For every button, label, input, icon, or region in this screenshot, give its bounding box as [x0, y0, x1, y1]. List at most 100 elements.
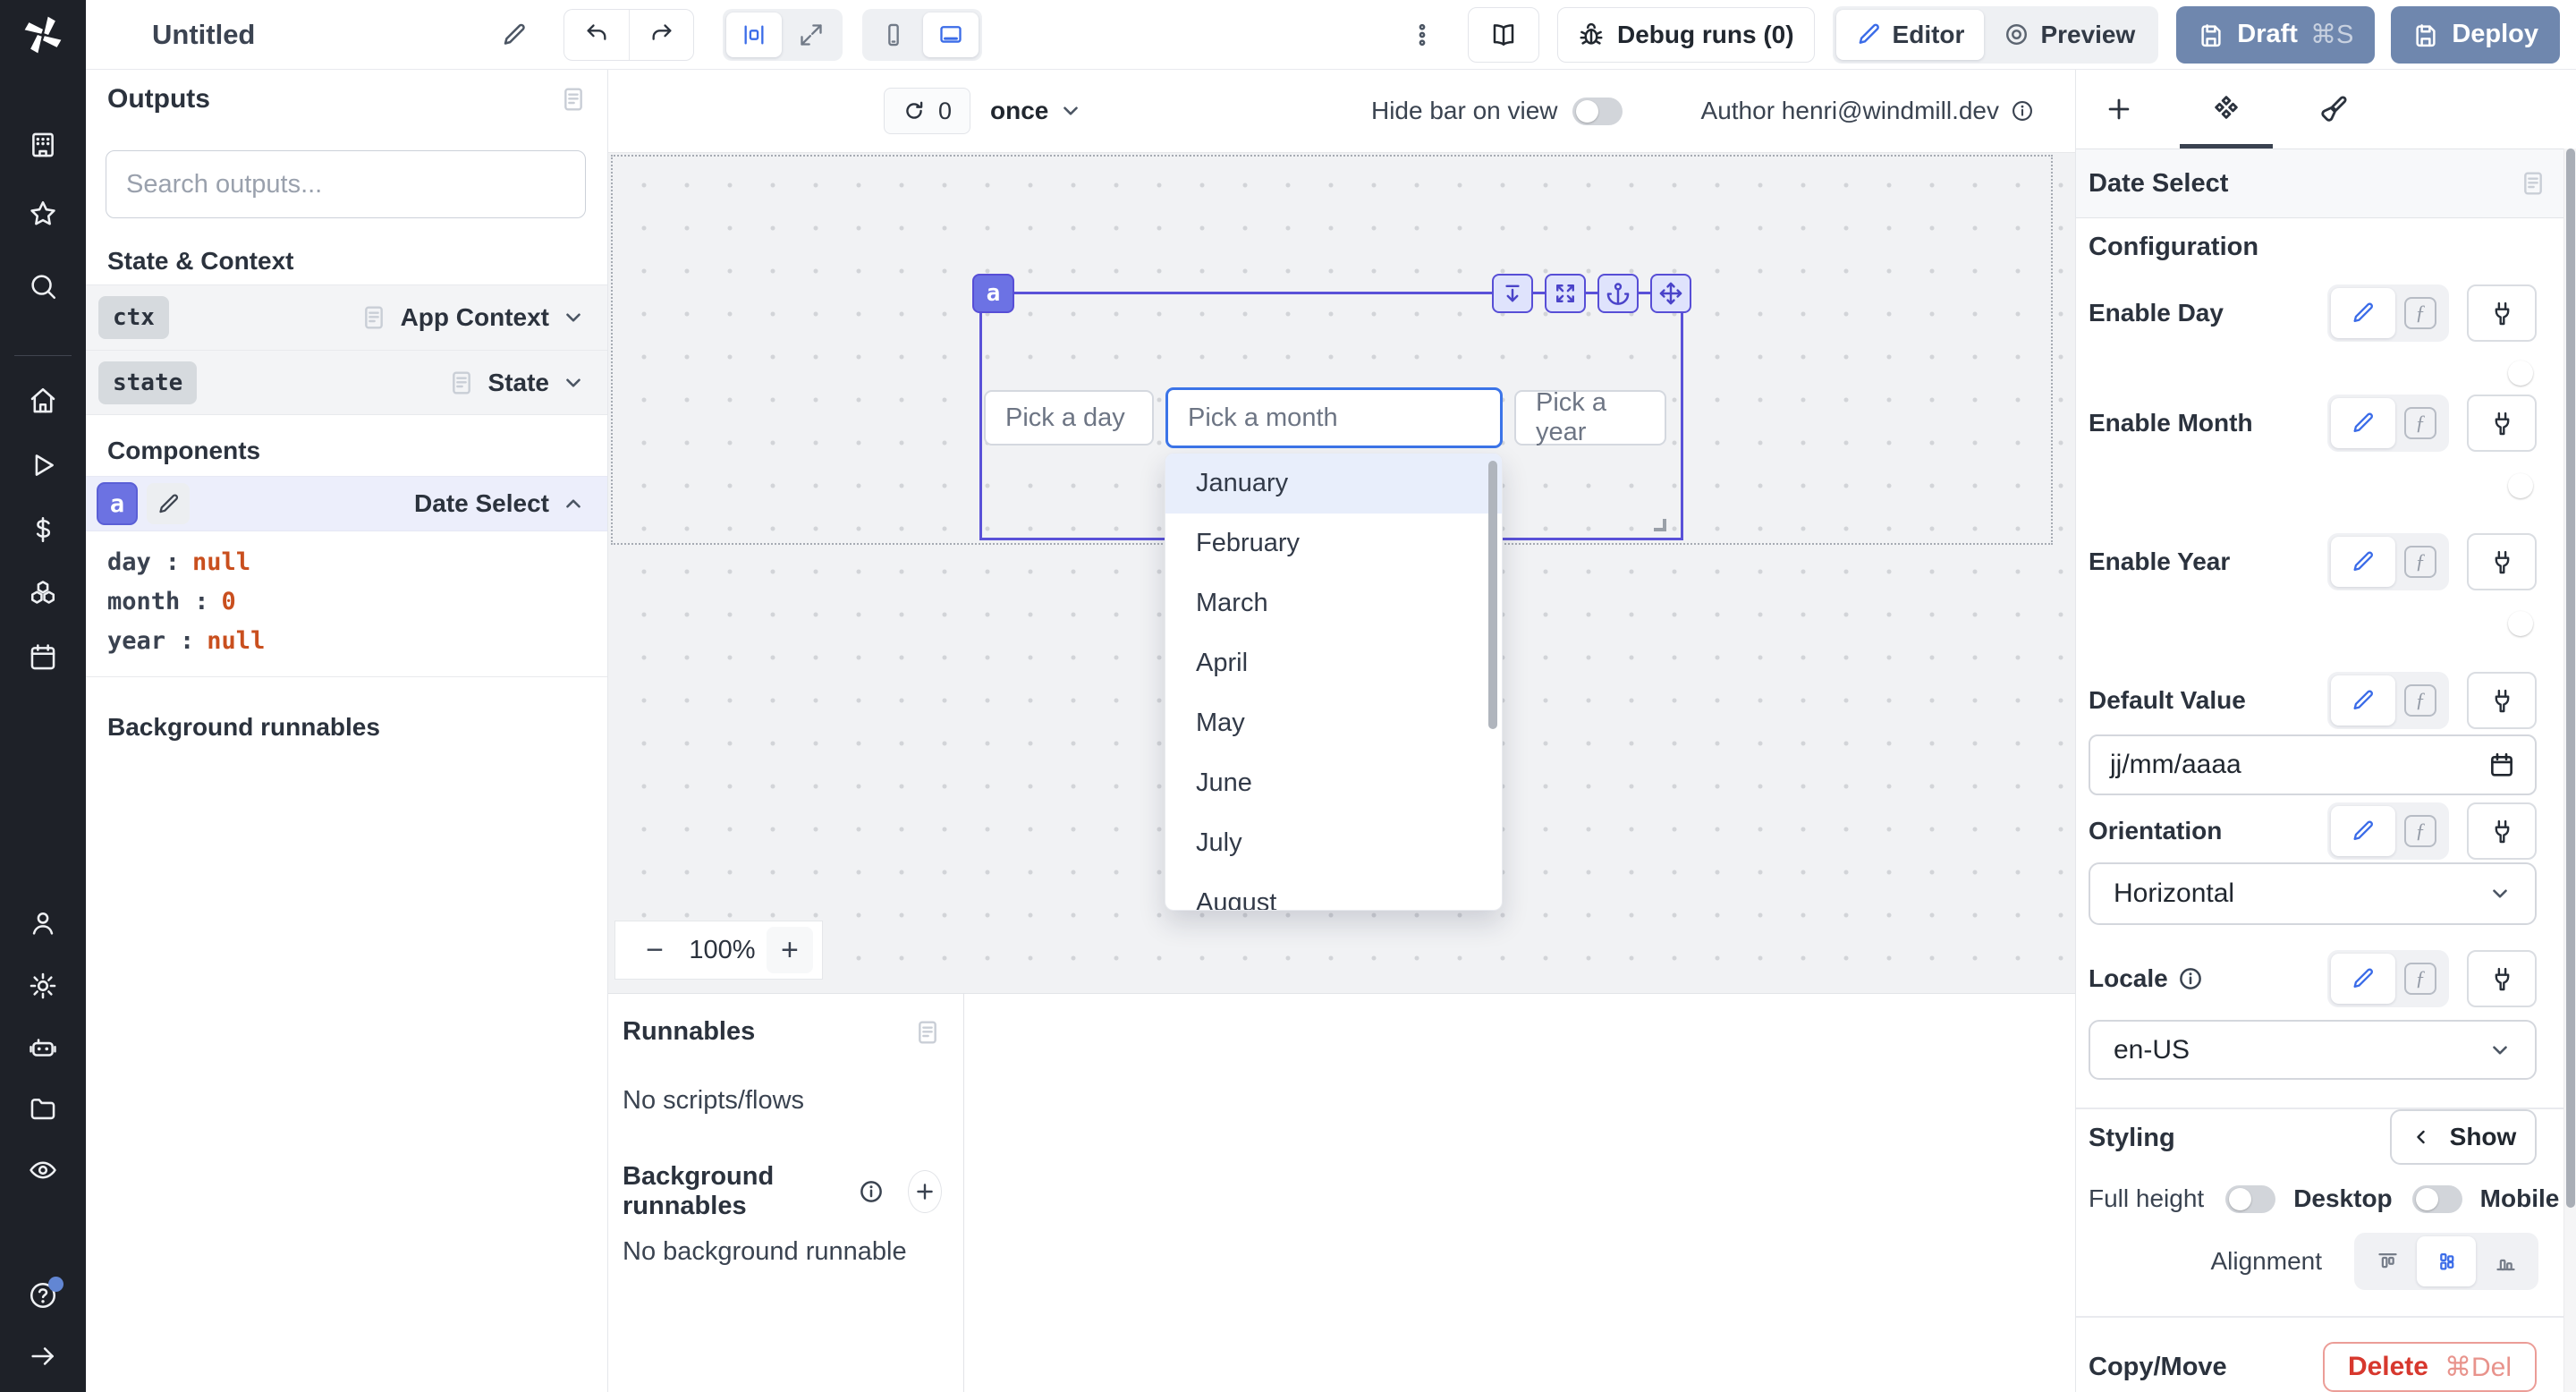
chevron-up-icon[interactable] — [562, 492, 585, 515]
redo-button[interactable] — [629, 10, 693, 60]
component-settings-tab[interactable] — [2207, 70, 2246, 149]
zoom-out-button[interactable]: − — [631, 927, 678, 973]
scrollbar-thumb[interactable] — [2566, 149, 2575, 1208]
resources-icon[interactable] — [0, 568, 86, 618]
locale-select[interactable]: en-US — [2089, 1020, 2537, 1080]
info-icon[interactable] — [858, 1178, 885, 1205]
mobile-view-button[interactable] — [866, 13, 921, 57]
preview-tab[interactable]: Preview — [1984, 10, 2155, 60]
add-background-runnable-button[interactable] — [908, 1170, 942, 1213]
undo-button[interactable] — [564, 10, 629, 60]
static-editor-pencil-icon[interactable] — [2331, 398, 2395, 448]
eval-editor-button[interactable]: ƒ — [2395, 398, 2445, 448]
desktop-mobile-toggle[interactable] — [2412, 1185, 2462, 1213]
component-list-item[interactable]: a Date Select — [86, 476, 607, 531]
month-option[interactable]: March — [1165, 573, 1502, 633]
delete-component-button[interactable]: Delete ⌘Del — [2323, 1342, 2537, 1392]
styling-brush-tab[interactable] — [2314, 70, 2353, 149]
full-height-toggle[interactable] — [2225, 1185, 2275, 1213]
variables-icon[interactable] — [0, 505, 86, 555]
month-option[interactable]: August — [1165, 873, 1502, 911]
component-tag[interactable]: a — [972, 274, 1014, 313]
eval-editor-button[interactable]: ƒ — [2395, 675, 2445, 726]
workspace-icon[interactable] — [0, 120, 86, 170]
day-select-input[interactable]: Pick a day — [984, 390, 1154, 446]
outputs-search-input[interactable] — [126, 170, 565, 199]
workers-robot-icon[interactable] — [0, 1023, 86, 1073]
month-option[interactable]: May — [1165, 693, 1502, 753]
search-icon[interactable] — [0, 261, 86, 311]
dropdown-scrollbar[interactable] — [1488, 461, 1497, 729]
static-editor-pencil-icon[interactable] — [2331, 537, 2395, 587]
eval-editor-button[interactable]: ƒ — [2395, 954, 2445, 1004]
static-editor-pencil-icon[interactable] — [2331, 954, 2395, 1004]
connect-plug-button[interactable] — [2467, 533, 2537, 590]
help-icon[interactable] — [0, 1270, 86, 1320]
align-center-button[interactable] — [2417, 1236, 2476, 1286]
outputs-search[interactable] — [106, 150, 586, 218]
connect-plug-button[interactable] — [2467, 672, 2537, 729]
app-canvas[interactable]: a Pick a day Pick a month Pick a year Ja… — [608, 152, 2075, 993]
eval-editor-button[interactable]: ƒ — [2395, 806, 2445, 856]
state-row[interactable]: state State — [86, 350, 607, 415]
folders-icon[interactable] — [0, 1084, 86, 1134]
month-select-input[interactable]: Pick a month — [1165, 387, 1503, 448]
home-icon[interactable] — [0, 376, 86, 426]
styling-show-button[interactable]: Show — [2390, 1109, 2537, 1165]
anchor-handle[interactable] — [1597, 274, 1639, 313]
runnables-doc-icon[interactable] — [913, 1018, 942, 1047]
connect-plug-button[interactable] — [2467, 802, 2537, 860]
component-doc-icon[interactable] — [2519, 169, 2547, 198]
fullscreen-handle[interactable] — [1545, 274, 1586, 313]
deploy-button[interactable]: Deploy — [2391, 6, 2560, 64]
draft-button[interactable]: Draft ⌘S — [2176, 6, 2375, 64]
default-value-date-input[interactable]: jj/mm/aaaa — [2089, 734, 2537, 795]
docs-button[interactable] — [1468, 7, 1539, 63]
desktop-view-button[interactable] — [923, 13, 979, 57]
ctx-row[interactable]: ctx App Context — [86, 284, 607, 350]
centered-layout-button[interactable] — [726, 13, 782, 57]
connect-plug-button[interactable] — [2467, 284, 2537, 342]
user-icon[interactable] — [0, 898, 86, 948]
month-option[interactable]: July — [1165, 813, 1502, 873]
chevron-down-icon[interactable] — [562, 371, 585, 395]
expand-down-handle[interactable] — [1492, 274, 1533, 313]
fullscreen-layout-button[interactable] — [784, 13, 839, 57]
edit-title-pencil-icon[interactable] — [501, 21, 528, 48]
refresh-mode-dropdown[interactable]: once — [990, 97, 1082, 125]
json-prop-day[interactable]: day:null — [107, 542, 586, 581]
zoom-in-button[interactable]: + — [767, 927, 813, 973]
favorites-icon[interactable] — [0, 189, 86, 239]
outputs-doc-icon[interactable] — [559, 85, 588, 114]
windmill-logo[interactable] — [0, 0, 86, 70]
json-prop-month[interactable]: month:0 — [107, 581, 586, 621]
info-icon[interactable] — [2010, 98, 2035, 123]
static-editor-pencil-icon[interactable] — [2331, 288, 2395, 338]
rename-component-pencil-icon[interactable] — [147, 483, 190, 524]
resize-corner-handle[interactable] — [1654, 519, 1666, 531]
month-option[interactable]: January — [1165, 454, 1502, 514]
refresh-count-button[interactable]: 0 — [884, 88, 970, 134]
json-prop-year[interactable]: year:null — [107, 621, 586, 660]
debug-runs-button[interactable]: Debug runs (0) — [1557, 7, 1815, 63]
kebab-menu-icon[interactable] — [1409, 21, 1436, 48]
month-option[interactable]: February — [1165, 514, 1502, 573]
runs-icon[interactable] — [0, 440, 86, 490]
month-option[interactable]: June — [1165, 753, 1502, 813]
info-icon[interactable] — [2177, 965, 2204, 992]
connect-plug-button[interactable] — [2467, 950, 2537, 1007]
hide-bar-toggle[interactable] — [1572, 98, 1623, 125]
chevron-down-icon[interactable] — [562, 306, 585, 329]
eval-editor-button[interactable]: ƒ — [2395, 288, 2445, 338]
editor-tab[interactable]: Editor — [1836, 10, 1985, 60]
static-editor-pencil-icon[interactable] — [2331, 806, 2395, 856]
align-top-button[interactable] — [2358, 1236, 2417, 1286]
eval-editor-button[interactable]: ƒ — [2395, 537, 2445, 587]
insert-component-tab[interactable] — [2099, 70, 2139, 149]
connect-plug-button[interactable] — [2467, 395, 2537, 452]
move-handle[interactable] — [1650, 274, 1691, 313]
month-option[interactable]: April — [1165, 633, 1502, 693]
static-editor-pencil-icon[interactable] — [2331, 675, 2395, 726]
collapse-arrow-icon[interactable] — [0, 1331, 86, 1381]
align-bottom-button[interactable] — [2476, 1236, 2535, 1286]
